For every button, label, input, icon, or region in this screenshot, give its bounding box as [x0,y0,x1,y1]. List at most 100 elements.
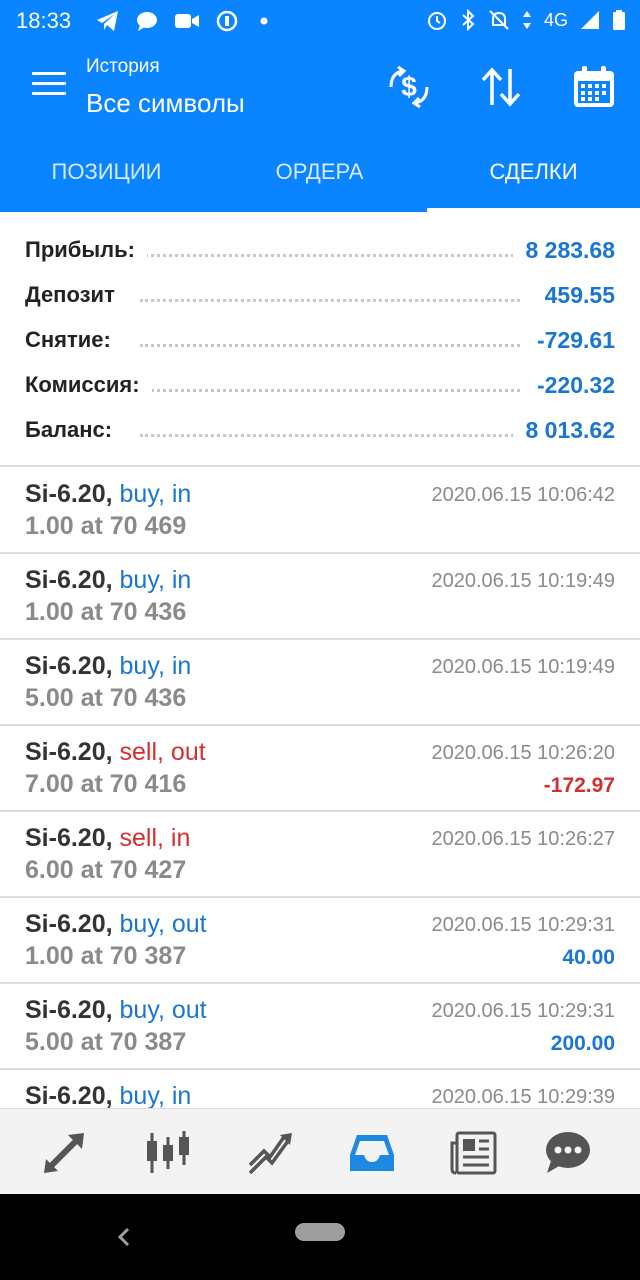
tab-bar: ПОЗИЦИИ ОРДЕРА СДЕЛКИ [0,140,640,212]
deal-volume: 5.00 at 70 436 [25,684,187,712]
telegram-icon [97,11,118,31]
alarm-icon [427,12,446,30]
page-subtitle: История [86,56,160,77]
news-icon [450,1131,497,1175]
tab-indicator [427,208,640,212]
quotes-icon [44,1133,84,1173]
summary-label: Прибыль: [25,237,147,263]
tab-orders[interactable]: ОРДЕРА [213,140,426,212]
dotted-leader [140,434,520,437]
menu-button[interactable] [32,72,66,100]
message-icon [137,12,157,31]
app-bar: История Все символы $ [0,44,640,140]
summary-label: Комиссия: [25,372,152,398]
deal-symbol: Si-6.20, [25,1082,113,1108]
deal-row[interactable]: Si-6.20, buy, in 2020.06.15 10:29:39 [0,1070,640,1108]
svg-text:$: $ [401,71,417,102]
summary-label: Баланс: [25,417,125,443]
nav-quotes[interactable] [39,1127,91,1179]
summary-panel: Прибыль: 8 283.68 Депозит 459.55 Снятие:… [0,228,640,453]
deal-time: 2020.06.15 10:26:20 [431,742,615,764]
tab-positions[interactable]: ПОЗИЦИИ [0,140,213,212]
summary-row-deposit: Депозит 459.55 [0,273,640,318]
deal-time: 2020.06.15 10:29:31 [431,914,615,936]
deal-symbol: Si-6.20, [25,910,113,938]
deal-time: 2020.06.15 10:26:27 [431,828,615,850]
sort-button[interactable] [476,62,526,112]
summary-divider [0,465,640,467]
nav-trade[interactable] [245,1127,297,1179]
deal-row[interactable]: Si-6.20, buy, in 5.00 at 70 436 2020.06.… [0,640,640,726]
chat-icon [546,1132,590,1173]
dotted-leader [140,344,520,347]
summary-row-profit: Прибыль: 8 283.68 [0,228,640,273]
currency-button[interactable]: $ [384,62,434,112]
deal-direction: sell, in [119,824,191,852]
deal-direction: sell, out [119,738,206,766]
deal-volume: 6.00 at 70 427 [25,856,187,884]
deal-direction: buy, out [119,910,207,938]
summary-label: Депозит [25,282,127,308]
deal-symbol: Si-6.20, [25,652,113,680]
deal-volume: 1.00 at 70 469 [25,512,187,540]
deal-symbol: Si-6.20, [25,566,113,594]
network-type: 4G [543,9,568,30]
deal-row[interactable]: Si-6.20, sell, out 7.00 at 70 416 2020.0… [0,726,640,812]
trade-icon [248,1133,292,1175]
deal-volume: 1.00 at 70 436 [25,598,187,626]
nav-history[interactable] [346,1127,398,1179]
summary-value: 8 013.62 [513,417,615,444]
summary-row-withdrawal: Снятие: -729.61 [0,318,640,363]
dotted-leader [140,389,520,392]
data-arrows-icon [522,11,531,29]
deal-row[interactable]: Si-6.20, buy, out 1.00 at 70 387 2020.06… [0,898,640,984]
deal-symbol: Si-6.20, [25,996,113,1024]
deal-row[interactable]: Si-6.20, buy, in 1.00 at 70 436 2020.06.… [0,554,640,640]
nav-news[interactable] [448,1127,500,1179]
summary-row-balance: Баланс: 8 013.62 [0,408,640,453]
history-icon [350,1135,394,1171]
deal-row[interactable]: Si-6.20, buy, out 5.00 at 70 387 2020.06… [0,984,640,1070]
back-icon[interactable] [112,1220,136,1254]
status-bar: 18:33 4G [0,0,640,44]
summary-value: -729.61 [524,327,615,354]
notification-icons [96,10,274,32]
candlestick-chart-icon [147,1131,189,1173]
video-icon [175,14,199,28]
deal-volume: 1.00 at 70 387 [25,942,187,970]
deal-symbol: Si-6.20, [25,738,113,766]
tab-deals[interactable]: СДЕЛКИ [427,140,640,212]
deal-direction: buy, in [119,1082,192,1108]
deal-profit: 40.00 [562,946,615,969]
battery-icon [613,10,625,30]
deal-direction: buy, out [119,996,207,1024]
summary-value: 459.55 [532,282,615,309]
calendar-icon [574,66,614,107]
deals-list: Si-6.20, buy, in 1.00 at 70 469 2020.06.… [0,468,640,1108]
nav-messages[interactable] [542,1127,594,1179]
mute-icon [489,10,509,30]
deal-time: 2020.06.15 10:19:49 [431,656,615,678]
signal-icon [581,11,599,29]
deal-symbol: Si-6.20, [25,480,113,508]
sort-icon [481,67,521,107]
nav-chart[interactable] [142,1127,194,1179]
deal-profit: -172.97 [543,774,615,797]
home-button[interactable] [295,1223,345,1241]
page-title[interactable]: Все символы [86,88,245,119]
bottom-navigation [0,1108,640,1195]
dotted-leader [140,254,520,257]
deal-row[interactable]: Si-6.20, buy, in 1.00 at 70 469 2020.06.… [0,468,640,554]
deal-direction: buy, in [119,480,192,508]
dotted-leader [140,299,520,302]
deal-row[interactable]: Si-6.20, sell, in 6.00 at 70 427 2020.06… [0,812,640,898]
deal-profit: 200.00 [550,1032,615,1055]
deal-volume: 7.00 at 70 416 [25,770,187,798]
deal-time: 2020.06.15 10:29:39 [431,1086,615,1108]
summary-label: Снятие: [25,327,123,353]
menu-icon [32,72,66,75]
calendar-button[interactable] [569,62,619,112]
dot-icon [260,17,268,25]
deal-direction: buy, in [119,566,192,594]
vpn-icon [216,10,238,32]
